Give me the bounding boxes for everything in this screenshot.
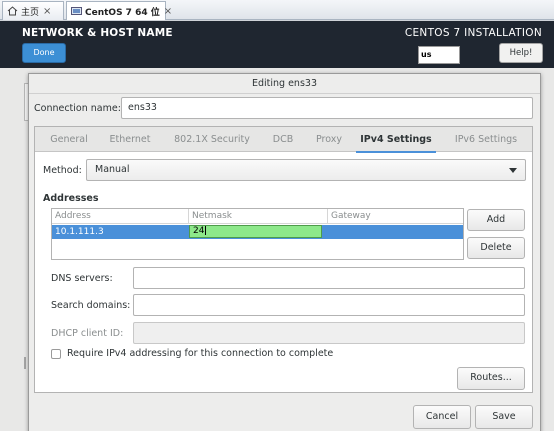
close-icon[interactable]: ×	[43, 6, 51, 17]
vm-icon	[71, 6, 82, 16]
tab-8021x-security[interactable]: 802.1X Security	[167, 127, 257, 152]
tab-general[interactable]: General	[43, 127, 95, 152]
host-tab-label: CentOS 7 64 位	[85, 7, 160, 18]
table-row[interactable]: 10.1.111.3 24	[52, 225, 463, 239]
address-cell[interactable]: 10.1.111.3	[52, 225, 189, 239]
tab-ipv6-settings[interactable]: IPv6 Settings	[447, 127, 525, 152]
cancel-button[interactable]: Cancel	[413, 405, 471, 429]
tab-proxy[interactable]: Proxy	[310, 127, 348, 152]
settings-notebook: General Ethernet 802.1X Security DCB Pro…	[34, 126, 533, 393]
require-ipv4-label[interactable]: Require IPv4 addressing for this connect…	[67, 348, 333, 359]
netmask-value: 24	[193, 226, 205, 236]
help-button[interactable]: Help!	[499, 43, 543, 63]
done-button[interactable]: Done	[22, 43, 66, 63]
connection-name-label: Connection name:	[34, 103, 121, 114]
connection-name-input[interactable]: ens33	[121, 97, 533, 119]
host-tab-home[interactable]: 主页 ×	[2, 1, 64, 20]
column-header-address[interactable]: Address	[52, 209, 189, 224]
tab-dcb[interactable]: DCB	[267, 127, 299, 152]
gateway-cell[interactable]	[328, 225, 463, 239]
search-domains-input[interactable]	[133, 294, 525, 316]
search-domains-label: Search domains:	[51, 300, 131, 311]
addresses-heading: Addresses	[43, 193, 99, 204]
keyboard-layout-indicator[interactable]: us	[418, 46, 460, 64]
require-ipv4-checkbox[interactable]	[51, 349, 61, 359]
tab-bar: General Ethernet 802.1X Security DCB Pro…	[35, 127, 532, 153]
home-icon	[7, 6, 18, 16]
close-icon[interactable]: ×	[164, 6, 172, 17]
host-tab-strip: 主页 × CentOS 7 64 位 ×	[0, 0, 554, 20]
edit-connection-dialog: Editing ens33 Connection name: ens33 Gen…	[28, 73, 541, 431]
method-label: Method:	[43, 165, 82, 176]
installer-window: NETWORK & HOST NAME CENTOS 7 INSTALLATIO…	[0, 21, 554, 431]
add-address-button[interactable]: Add	[467, 209, 525, 231]
column-header-netmask[interactable]: Netmask	[189, 209, 328, 224]
background-divider	[24, 357, 26, 369]
tab-ipv4-settings[interactable]: IPv4 Settings	[356, 127, 436, 153]
product-title: CENTOS 7 INSTALLATION	[404, 27, 542, 39]
column-header-gateway[interactable]: Gateway	[328, 209, 463, 224]
addresses-table-header: Address Netmask Gateway	[52, 209, 463, 224]
dhcp-client-id-input	[133, 322, 525, 344]
text-caret	[205, 226, 207, 235]
save-button[interactable]: Save	[475, 405, 533, 429]
dns-servers-label: DNS servers:	[51, 273, 113, 284]
dhcp-client-id-label: DHCP client ID:	[51, 328, 124, 339]
method-dropdown[interactable]: Manual	[86, 159, 526, 181]
method-value: Manual	[95, 164, 130, 175]
spoke-title: NETWORK & HOST NAME	[22, 27, 173, 39]
host-tab-label: 主页	[21, 7, 40, 18]
delete-address-button[interactable]: Delete	[467, 237, 525, 259]
installer-header: NETWORK & HOST NAME CENTOS 7 INSTALLATIO…	[0, 21, 554, 68]
addresses-table[interactable]: Address Netmask Gateway 10.1.111.3 24	[51, 208, 464, 260]
dialog-title: Editing ens33	[29, 74, 540, 94]
routes-button[interactable]: Routes...	[457, 367, 525, 390]
netmask-cell-editor[interactable]: 24	[189, 225, 322, 238]
dns-servers-input[interactable]	[133, 267, 525, 289]
host-tab-vm[interactable]: CentOS 7 64 位 ×	[66, 1, 172, 20]
tab-ethernet[interactable]: Ethernet	[103, 127, 157, 152]
chevron-down-icon	[509, 168, 517, 173]
